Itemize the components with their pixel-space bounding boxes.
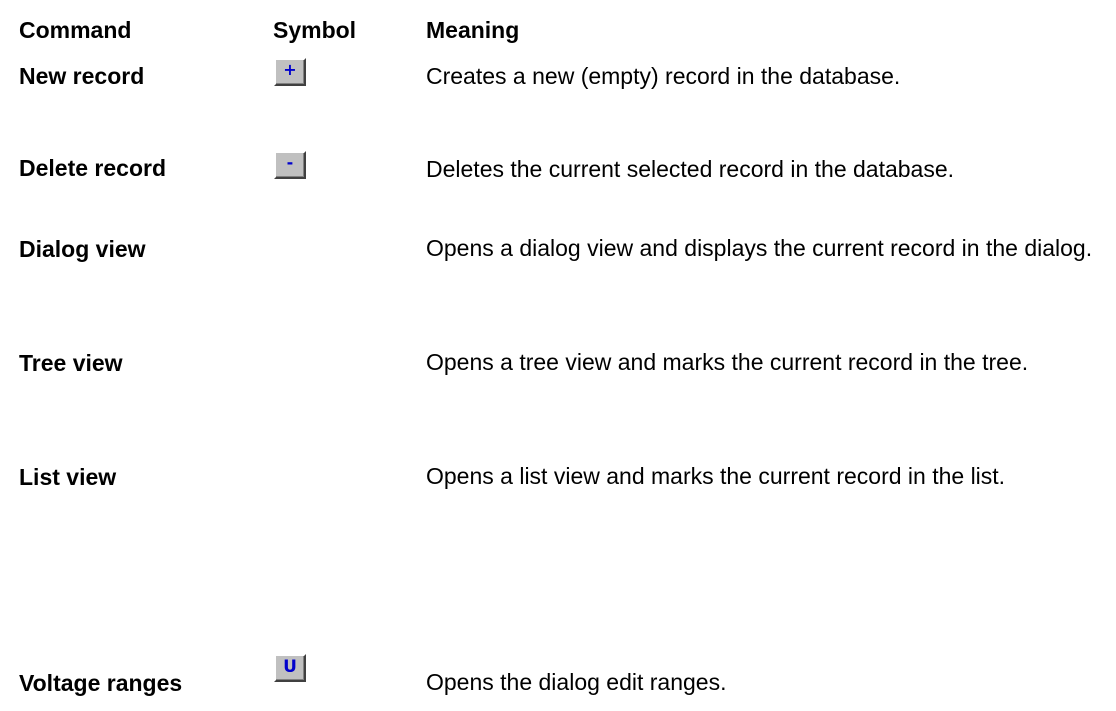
minus-glyph: - [286, 153, 294, 172]
command-list-view: List view [19, 464, 117, 490]
meaning-tree-view: Opens a tree view and marks the current … [426, 349, 1029, 375]
header-symbol: Symbol [273, 17, 357, 43]
command-tree-view: Tree view [19, 350, 123, 376]
command-delete-record: Delete record [19, 155, 167, 181]
meaning-list-view: Opens a list view and marks the current … [426, 463, 1006, 489]
meaning-dialog-view: Opens a dialog view and displays the cur… [426, 235, 1093, 261]
header-command: Command [19, 17, 132, 43]
meaning-voltage-ranges: Opens the dialog edit ranges. [426, 669, 727, 695]
command-voltage-ranges: Voltage ranges [19, 670, 183, 696]
plus-glyph: + [283, 60, 297, 79]
voltage-u-button-icon[interactable]: U [274, 654, 306, 682]
u-glyph: U [283, 656, 297, 677]
command-dialog-view: Dialog view [19, 236, 146, 262]
meaning-new-record: Creates a new (empty) record in the data… [426, 63, 901, 89]
minus-button-icon[interactable]: - [274, 151, 306, 179]
header-meaning: Meaning [426, 17, 520, 43]
meaning-delete-record: Deletes the current selected record in t… [426, 156, 955, 182]
command-new-record: New record [19, 63, 145, 89]
plus-button-icon[interactable]: + [274, 58, 306, 86]
